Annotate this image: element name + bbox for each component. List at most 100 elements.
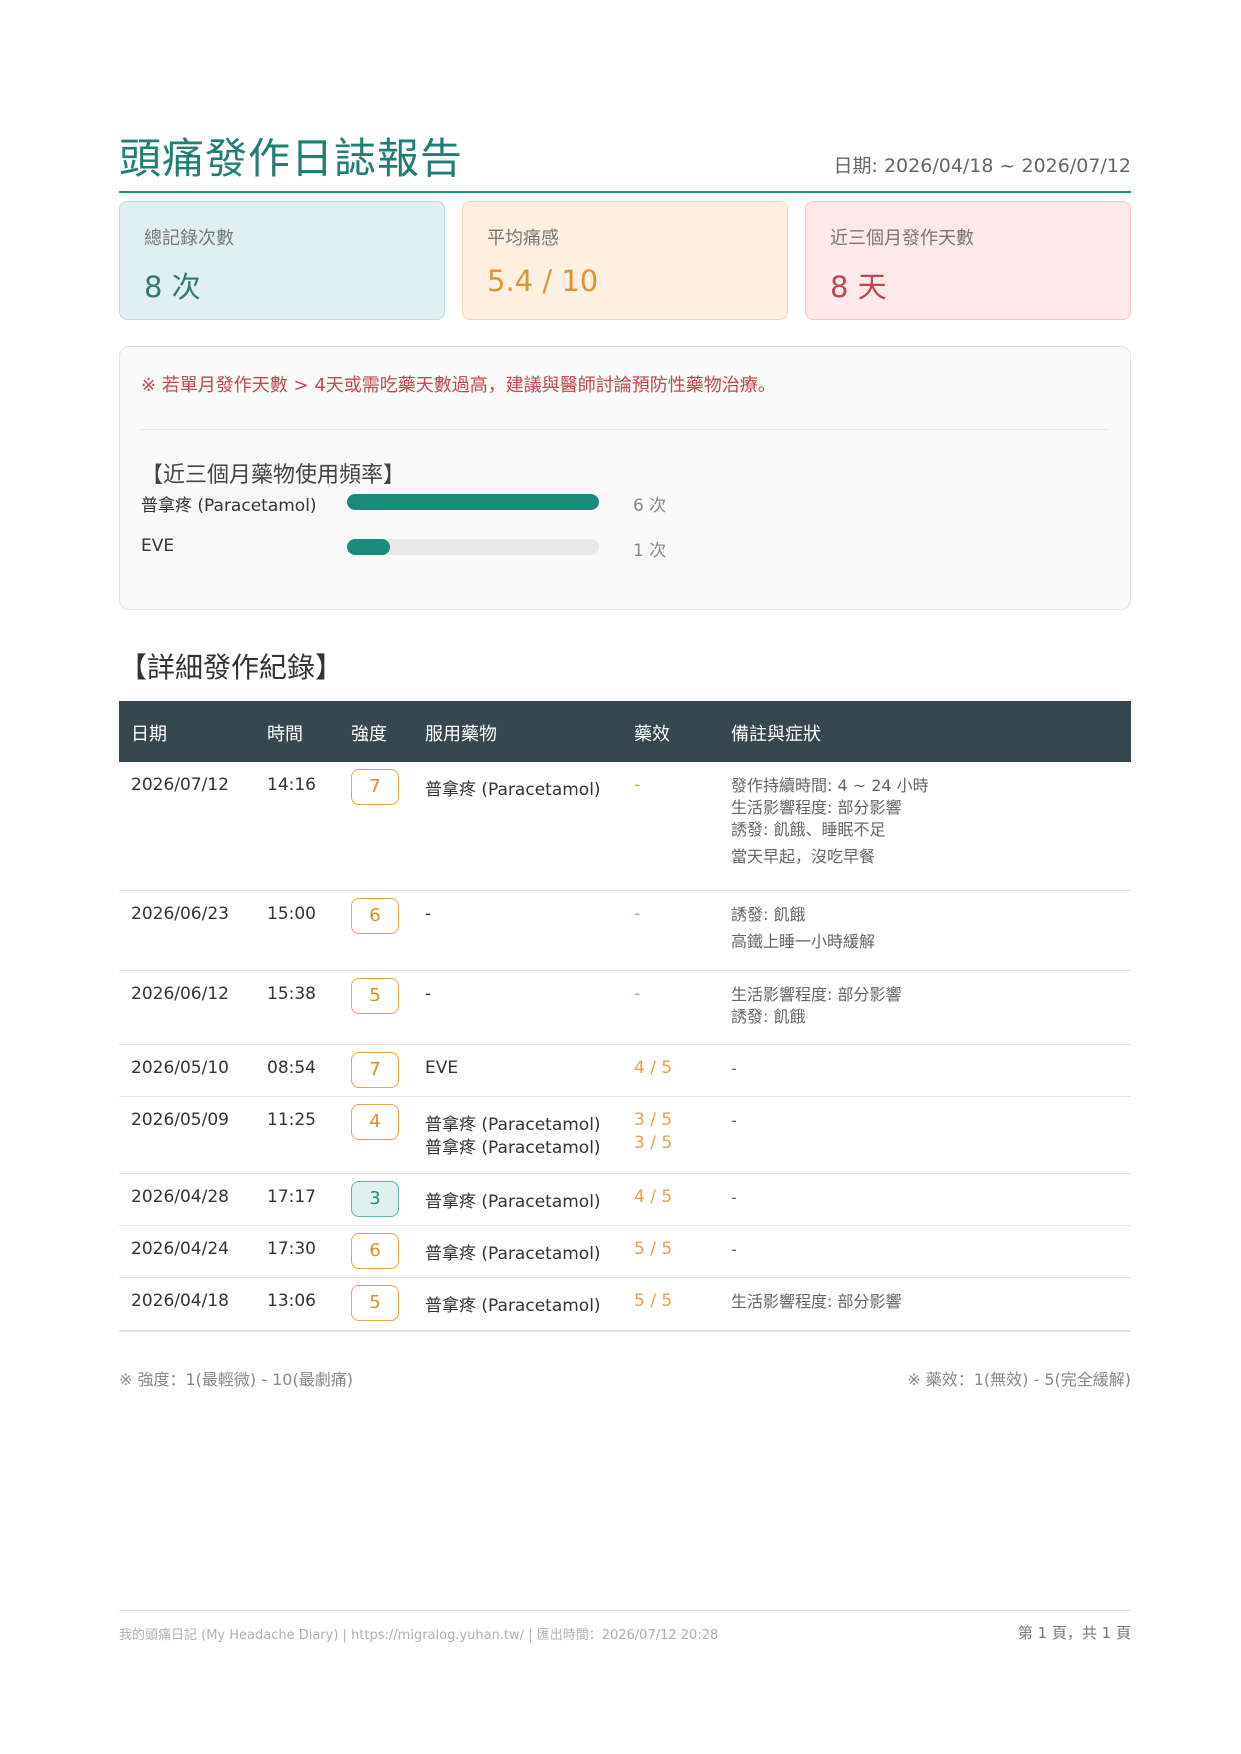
intensity-cell: 7 (351, 769, 399, 805)
medication-effect: - (634, 984, 641, 1004)
med-frequency-row: 普拿疼 (Paracetamol) 6 次 (141, 489, 1101, 516)
table-row: 2026/04/24 17:30 6 普拿疼 (Paracetamol) 5 / 5 - (119, 1226, 1131, 1278)
intensity-badge: 3 (351, 1181, 399, 1217)
record-date: 2026/04/18 (131, 1291, 229, 1311)
stat-label: 平均痛感 (487, 228, 559, 249)
intensity-badge: 7 (351, 1052, 399, 1088)
med-name: 普拿疼 (Paracetamol) (141, 496, 317, 516)
medication-name: EVE (425, 1058, 459, 1078)
summary-panel: ※ 若單月發作天數 > 4天或需吃藥天數過高，建議與醫師討論預防性藥物治療。 【… (119, 346, 1131, 610)
warning-notice: ※ 若單月發作天數 > 4天或需吃藥天數過高，建議與醫師討論預防性藥物治療。 (141, 375, 776, 396)
stat-cards: 總記錄次數 8 次 平均痛感 5.4 / 10 近三個月發作天數 8 天 (119, 201, 1131, 320)
stat-value: 8 次 (144, 270, 201, 304)
note-line: 誘發: 飢餓 (731, 905, 806, 924)
record-date: 2026/04/24 (131, 1239, 229, 1259)
column-header-time: 時間 (267, 724, 303, 745)
record-time: 11:25 (267, 1110, 316, 1130)
table-body: 2026/07/12 14:16 7 普拿疼 (Paracetamol) - 發作持續時間… (119, 762, 1131, 1331)
table-row: 2026/05/10 08:54 7 EVE 4 / 5 - (119, 1045, 1131, 1097)
frequency-bar-track (347, 494, 599, 510)
medication-name: 普拿疼 (Paracetamol) (425, 1138, 601, 1158)
table-row: 2026/06/12 15:38 5 - - 生活影響程度: 部分影響 誘發: 飢餓 (119, 971, 1131, 1045)
column-header-medication: 服用藥物 (425, 724, 497, 745)
table-header: 日期 時間 強度 服用藥物 藥效 備註與症狀 (119, 701, 1131, 762)
intensity-badge: 7 (351, 769, 399, 805)
med-frequency-row: EVE 1 次 (141, 534, 1101, 561)
medication-effect: 4 / 5 (634, 1187, 673, 1207)
record-time: 17:17 (267, 1187, 316, 1207)
column-header-notes: 備註與症狀 (731, 724, 821, 745)
note-line: - (731, 1240, 737, 1259)
medication-name: 普拿疼 (Paracetamol) (425, 1192, 601, 1212)
table-row: 2026/06/23 15:00 6 - - 誘發: 飢餓 高鐵上睡一小時緩解 (119, 891, 1131, 971)
stat-label: 近三個月發作天數 (830, 228, 974, 249)
medication-name: 普拿疼 (Paracetamol) (425, 780, 601, 800)
report-title: 頭痛發作日誌報告 (119, 134, 464, 183)
intensity-badge: 6 (351, 1233, 399, 1269)
medication-effect: 3 / 5 (634, 1133, 673, 1153)
note-line: 當天早起，沒吃早餐 (731, 847, 876, 866)
column-header-effect: 藥效 (634, 724, 670, 745)
note-line: 生活影響程度: 部分影響 (731, 985, 902, 1004)
medication-effect: 5 / 5 (634, 1239, 673, 1259)
medication-name: 普拿疼 (Paracetamol) (425, 1244, 601, 1264)
records-table: 日期 時間 強度 服用藥物 藥效 備註與症狀 2026/07/12 14:16 7 普… (119, 701, 1131, 1331)
record-time: 14:16 (267, 775, 316, 795)
medication-effect: - (634, 904, 641, 924)
medication-name: - (425, 904, 432, 924)
report-header: 頭痛發作日誌報告 日期: 2026/04/18 ~ 2026/07/12 (119, 125, 1131, 193)
stat-card-attack-days: 近三個月發作天數 8 天 (805, 201, 1131, 320)
table-bottom-rule (119, 1330, 1131, 1332)
intensity-badge: 5 (351, 1285, 399, 1321)
med-count: 6 次 (633, 496, 667, 516)
table-row: 2026/04/18 13:06 5 普拿疼 (Paracetamol) 5 / 5 生活… (119, 1278, 1131, 1331)
frequency-bar-fill (347, 539, 390, 555)
note-line: 生活影響程度: 部分影響 (731, 1292, 902, 1311)
note-line: 誘發: 飢餓 (731, 1007, 806, 1026)
medication-name: - (425, 984, 432, 1004)
table-row: 2026/04/28 17:17 3 普拿疼 (Paracetamol) 4 / 5 - (119, 1174, 1131, 1226)
intensity-cell: 3 (351, 1181, 399, 1217)
note-line: 生活影響程度: 部分影響 (731, 798, 902, 817)
intensity-cell: 6 (351, 1233, 399, 1269)
divider (141, 429, 1109, 430)
medication-name: 普拿疼 (Paracetamol) (425, 1296, 601, 1316)
medication-effect: - (634, 775, 641, 795)
stat-card-total-records: 總記錄次數 8 次 (119, 201, 445, 320)
note-line: - (731, 1111, 737, 1130)
report-page: 頭痛發作日誌報告 日期: 2026/04/18 ~ 2026/07/12 總記錄… (119, 0, 1131, 1754)
note-line: 誘發: 飢餓、睡眠不足 (731, 820, 886, 839)
record-date: 2026/05/09 (131, 1110, 229, 1130)
medication-effect: 5 / 5 (634, 1291, 673, 1311)
record-time: 15:00 (267, 904, 316, 924)
intensity-badge: 4 (351, 1104, 399, 1140)
stat-value: 5.4 / 10 (487, 264, 599, 298)
intensity-badge: 6 (351, 898, 399, 934)
detail-section-title: 【詳細發作紀錄】 (119, 651, 344, 684)
note-line: - (731, 1059, 737, 1078)
intensity-cell: 4 (351, 1104, 399, 1140)
record-date: 2026/04/28 (131, 1187, 229, 1207)
intensity-cell: 7 (351, 1052, 399, 1088)
record-time: 15:38 (267, 984, 316, 1004)
footer-source: 我的頭痛日記 (My Headache Diary) | https://mig… (119, 1628, 719, 1643)
note-line: 發作持續時間: 4 ~ 24 小時 (731, 776, 929, 795)
record-date: 2026/06/12 (131, 984, 229, 1004)
page-number: 第 1 頁，共 1 頁 (1017, 1624, 1131, 1642)
med-name: EVE (141, 536, 175, 556)
med-count: 1 次 (633, 541, 667, 561)
stat-value: 8 天 (830, 270, 887, 304)
date-range: 日期: 2026/04/18 ~ 2026/07/12 (833, 155, 1131, 177)
record-date: 2026/07/12 (131, 775, 229, 795)
record-date: 2026/05/10 (131, 1058, 229, 1078)
intensity-legend: ※ 強度：1(最輕微) - 10(最劇痛) (119, 1370, 353, 1389)
frequency-bar-fill (347, 494, 599, 510)
medication-effect: 4 / 5 (634, 1058, 673, 1078)
stat-card-average-pain: 平均痛感 5.4 / 10 (462, 201, 788, 320)
record-time: 17:30 (267, 1239, 316, 1259)
table-row: 2026/07/12 14:16 7 普拿疼 (Paracetamol) - 發作持續時間… (119, 762, 1131, 891)
med-frequency-title: 【近三個月藥物使用頻率】 (141, 463, 406, 488)
note-line: - (731, 1188, 737, 1207)
record-time: 08:54 (267, 1058, 316, 1078)
column-header-intensity: 強度 (351, 724, 387, 745)
